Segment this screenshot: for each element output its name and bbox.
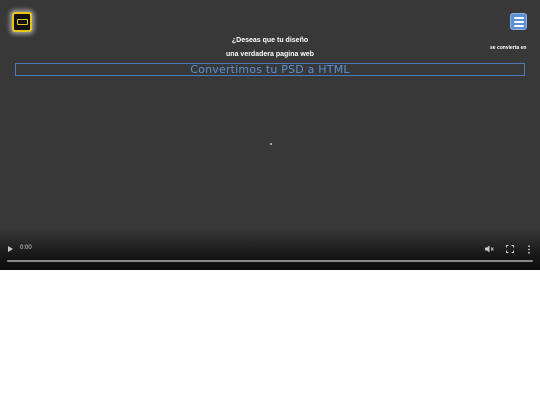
play-icon[interactable]	[8, 246, 13, 252]
hero-video[interactable]: ¿Deseas que tu diseño se convierta en un…	[0, 0, 540, 270]
video-time: 0:00	[20, 245, 32, 251]
video-center-dot	[270, 143, 272, 145]
video-progress-bar[interactable]	[7, 260, 533, 262]
hamburger-menu-icon[interactable]	[510, 13, 527, 30]
headline: Convertimos tu PSD a HTML	[190, 63, 350, 76]
more-options-icon[interactable]	[527, 245, 531, 254]
fullscreen-icon[interactable]	[506, 245, 514, 253]
logo-icon[interactable]	[12, 12, 32, 32]
hero-line-1: ¿Deseas que tu diseño	[231, 37, 309, 44]
mute-icon[interactable]	[485, 245, 494, 253]
video-controls-bar	[0, 228, 540, 270]
headline-box: Convertimos tu PSD a HTML	[15, 63, 525, 76]
hero-line-3: una verdadera pagina web	[226, 51, 314, 58]
